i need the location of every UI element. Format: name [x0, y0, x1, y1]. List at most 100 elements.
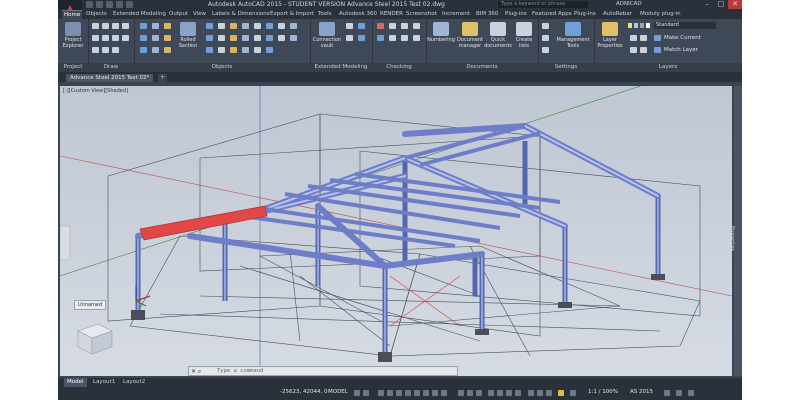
osnap-icon[interactable] — [396, 390, 402, 396]
minimize-icon[interactable]: – — [700, 0, 714, 9]
shear-stud-icon[interactable] — [242, 23, 249, 29]
polar-icon[interactable] — [387, 390, 393, 396]
layer-isolate-icon[interactable] — [630, 35, 637, 41]
hatch-icon[interactable] — [112, 35, 119, 41]
connection-vault-button[interactable]: Connection vault — [312, 22, 342, 49]
properties-palette[interactable]: Properties — [729, 86, 742, 376]
arc-icon[interactable] — [122, 23, 129, 29]
make-current-button[interactable]: Make Current — [664, 35, 701, 41]
special-part-icon[interactable] — [278, 23, 285, 29]
rectangle-icon[interactable] — [92, 35, 99, 41]
marker-icon[interactable] — [254, 23, 261, 29]
notch-icon[interactable] — [218, 47, 225, 53]
circle-icon[interactable] — [112, 23, 119, 29]
gizmo-icon[interactable] — [467, 390, 473, 396]
plate-icon[interactable] — [140, 47, 147, 53]
3d-osnap-icon[interactable] — [405, 390, 411, 396]
layer-previous-icon[interactable] — [640, 47, 647, 53]
check-icon[interactable] — [401, 23, 408, 29]
model-browser-icon[interactable] — [377, 35, 384, 41]
highlight-icon[interactable] — [413, 23, 420, 29]
beam-icon[interactable] — [140, 23, 147, 29]
undo-icon[interactable] — [116, 1, 123, 8]
hole-icon[interactable] — [242, 35, 249, 41]
viewport-label[interactable]: [-][Custom View][Shaded] — [63, 88, 128, 94]
point-icon[interactable] — [122, 35, 129, 41]
database-icon[interactable] — [542, 47, 549, 53]
close-command-icon[interactable]: ✕ ⌕ — [191, 367, 201, 376]
dynamic-ucs-icon[interactable] — [423, 390, 429, 396]
tab-labels-dimensions[interactable]: Labels & Dimensions — [212, 10, 270, 19]
steel-settings-icon[interactable] — [664, 390, 670, 396]
snap-mode-icon[interactable] — [363, 390, 369, 396]
match-layer-button[interactable]: Match Layer — [664, 47, 698, 53]
miter-icon[interactable] — [230, 23, 237, 29]
tab-plug-ins[interactable]: Plug-ins — [505, 10, 527, 19]
document-manager-button[interactable]: Document manager — [456, 22, 484, 49]
tab-bim-360[interactable]: BIM 360 — [476, 10, 498, 19]
management-tools-button[interactable]: Management Tools — [554, 22, 592, 49]
stair-icon[interactable] — [206, 47, 213, 53]
defaults-icon[interactable] — [542, 35, 549, 41]
layer-lock-icon[interactable] — [640, 23, 644, 28]
fillet-icon[interactable] — [254, 47, 261, 53]
close-icon[interactable]: ✕ — [728, 0, 742, 9]
tab-increment[interactable]: Increment — [442, 10, 470, 19]
anchor-icon[interactable] — [164, 35, 171, 41]
grid-display-icon[interactable] — [354, 390, 360, 396]
copy-connection-icon[interactable] — [358, 35, 365, 41]
save-icon[interactable] — [106, 1, 113, 8]
rotate-icon[interactable] — [112, 47, 119, 53]
make-current-icon[interactable] — [654, 35, 661, 41]
project-explorer-button[interactable]: Project Explorer — [60, 22, 86, 49]
transparency-icon[interactable] — [441, 390, 447, 396]
joint-icon[interactable] — [266, 23, 273, 29]
new-icon[interactable] — [86, 1, 93, 8]
workspace-icon[interactable] — [488, 390, 494, 396]
tab-objects[interactable]: Objects — [86, 10, 107, 19]
column-icon[interactable] — [140, 35, 147, 41]
grid-icon[interactable] — [152, 23, 159, 29]
open-icon[interactable] — [96, 1, 103, 8]
model-space-button[interactable]: MODEL — [328, 389, 348, 395]
connection-icon[interactable] — [346, 23, 353, 29]
cope-icon[interactable] — [218, 35, 225, 41]
tab-featured-apps[interactable]: Featured Apps — [532, 10, 572, 19]
ucs-unnamed-label[interactable]: Unnamed — [74, 300, 107, 310]
move-icon[interactable] — [92, 47, 99, 53]
annotation-icon[interactable] — [476, 390, 482, 396]
update-connection-icon[interactable] — [358, 23, 365, 29]
create-lists-button[interactable]: Create lists — [512, 22, 536, 49]
tab-output[interactable]: Output — [169, 10, 188, 19]
units-icon[interactable] — [497, 390, 503, 396]
layer-off-icon[interactable] — [640, 35, 647, 41]
chamfer-icon[interactable] — [254, 35, 261, 41]
truss-icon[interactable] — [266, 35, 273, 41]
layer-dropdown[interactable]: Standard — [654, 22, 716, 29]
numbering-button[interactable]: Numbering — [426, 22, 456, 43]
select-icon[interactable] — [401, 35, 408, 41]
tab-render[interactable]: RENDER — [380, 10, 403, 19]
redo-icon[interactable] — [126, 1, 133, 8]
lock-ui-icon[interactable] — [515, 390, 521, 396]
layer-freeze-icon[interactable] — [634, 23, 638, 28]
ucs-icon[interactable] — [290, 23, 297, 29]
line-icon[interactable] — [92, 23, 99, 29]
clean-screen-icon[interactable] — [546, 390, 552, 396]
isolate-objects-icon[interactable] — [528, 390, 534, 396]
new-tab-button[interactable]: + — [158, 74, 167, 82]
camera-icon[interactable] — [278, 35, 285, 41]
document-tab[interactable]: Advance Steel 2015 Test 02* — [66, 74, 154, 82]
user-name[interactable]: ADNICAD — [616, 1, 642, 7]
selection-cycling-icon[interactable] — [458, 390, 464, 396]
search-filter-icon[interactable] — [389, 35, 396, 41]
layer-properties-button[interactable]: Layer Properties — [596, 22, 624, 49]
tab-layout1[interactable]: Layout1 — [90, 378, 118, 387]
advance-steel-version[interactable]: AS 2015 — [630, 389, 653, 395]
isolate-icon[interactable] — [413, 35, 420, 41]
otrack-icon[interactable] — [414, 390, 420, 396]
match-layer-icon[interactable] — [654, 47, 661, 53]
ortho-icon[interactable] — [378, 390, 384, 396]
maximize-icon[interactable]: □ — [714, 0, 728, 9]
quick-documents-button[interactable]: Quick documents — [484, 22, 512, 49]
